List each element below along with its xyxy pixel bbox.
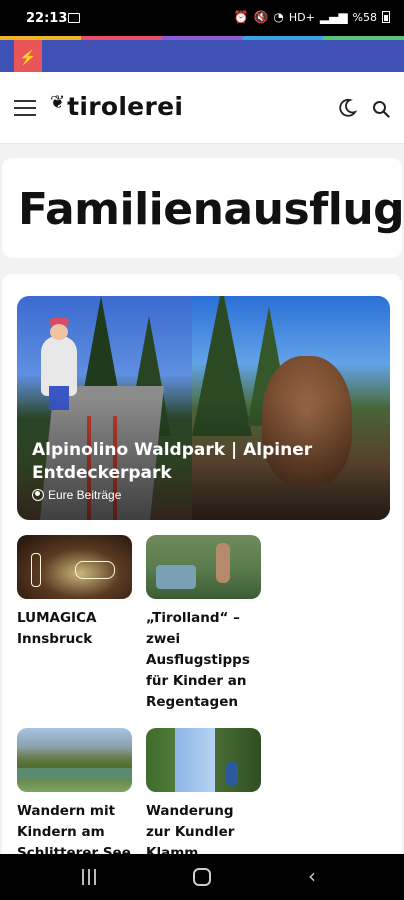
user-icon — [32, 489, 44, 501]
home-icon[interactable] — [193, 868, 211, 886]
category-title-card: Familienausflug — [2, 158, 404, 258]
post-title[interactable]: LUMAGICA Innsbruck — [17, 608, 132, 650]
post-title[interactable]: „Tirolland“ – zwei Ausflugstipps für Kin… — [146, 608, 261, 713]
image-gradient-overlay — [17, 296, 390, 520]
search-icon[interactable] — [372, 100, 390, 118]
featured-post-meta: Eure Beiträge — [32, 488, 121, 502]
logo-text: tirolerei — [67, 92, 184, 121]
network-label: HD+ — [288, 10, 315, 24]
signal-icon: ▂▄▆ — [319, 10, 348, 24]
hamburger-menu-icon[interactable] — [14, 100, 36, 116]
site-header: ❦ tirolerei — [0, 72, 404, 144]
post-card[interactable]: Wanderung zur Kundler Klamm — [146, 728, 261, 864]
battery-icon — [382, 11, 390, 23]
post-card[interactable]: LUMAGICA Innsbruck — [17, 535, 132, 650]
status-bar: 22:13 ⏰ 🔇 ◔ HD+ ▂▄▆ %58 — [0, 0, 404, 36]
gallery-notification-icon — [68, 13, 80, 23]
site-logo[interactable]: ❦ tirolerei — [50, 92, 183, 121]
wifi-icon: ◔ — [273, 10, 284, 24]
post-card[interactable]: „Tirolland“ – zwei Ausflugstipps für Kin… — [146, 535, 261, 713]
moon-icon[interactable] — [337, 98, 357, 118]
status-icons: ⏰ 🔇 ◔ HD+ ▂▄▆ %58 — [233, 10, 390, 24]
post-thumbnail[interactable] — [146, 535, 261, 599]
post-thumbnail[interactable] — [17, 535, 132, 599]
page-title: Familienausflug — [18, 184, 404, 235]
bird-logo-icon: ❦ — [50, 92, 66, 112]
alarm-icon: ⏰ — [233, 10, 249, 24]
featured-post-author[interactable]: Eure Beiträge — [48, 488, 121, 502]
battery-label: %58 — [352, 10, 377, 24]
back-icon[interactable]: ‹ — [308, 864, 316, 888]
featured-post-title[interactable]: Alpinolino Waldpark | Alpiner Entdeckerp… — [32, 439, 332, 485]
flash-icon[interactable]: ⚡ — [14, 40, 42, 74]
post-thumbnail[interactable] — [17, 728, 132, 792]
recents-icon[interactable] — [82, 869, 98, 885]
top-banner[interactable]: ⚡ — [0, 40, 404, 74]
system-navigation-bar: ‹ — [0, 854, 404, 900]
posts-card: Alpinolino Waldpark | Alpiner Entdeckerp… — [2, 274, 402, 874]
status-time: 22:13 — [26, 11, 68, 26]
featured-post[interactable]: Alpinolino Waldpark | Alpiner Entdeckerp… — [17, 296, 390, 520]
post-thumbnail[interactable] — [146, 728, 261, 792]
mute-icon: 🔇 — [253, 10, 269, 24]
post-card[interactable]: Wandern mit Kindern am Schlitterer See — [17, 728, 132, 864]
